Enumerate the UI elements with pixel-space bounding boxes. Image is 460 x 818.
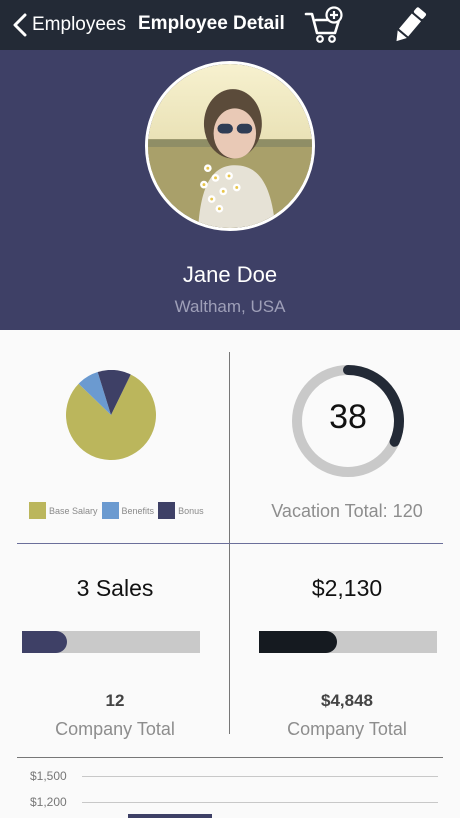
pencil-icon [396, 7, 426, 42]
cart-add-icon [304, 6, 343, 43]
sales-progress-track [22, 631, 200, 653]
legend-swatch-benefits [101, 502, 119, 519]
vacation-used-value: 38 [329, 398, 367, 436]
revenue-progress-fill [259, 631, 338, 653]
sales-count: 3 Sales [76, 575, 154, 601]
profile-header: Jane Doe Waltham, USA [0, 50, 460, 330]
pie-legend: Base Salary Benefits Bonus [29, 502, 208, 519]
back-button-label: Employees [32, 14, 126, 35]
legend-item-benefits: Benefits [101, 502, 155, 519]
y-tick-label: $1,200 [30, 795, 67, 809]
chart-bar [128, 814, 212, 818]
add-to-cart-button[interactable] [304, 6, 344, 44]
compensation-pie-chart [66, 370, 156, 460]
gridline [82, 776, 438, 777]
chevron-left-icon [13, 13, 27, 37]
y-tick-label: $1,500 [30, 769, 67, 783]
sales-progress-fill [22, 631, 67, 653]
revenue-progress-track [259, 631, 437, 653]
avatar-photo [148, 64, 312, 228]
page-title: Employee Detail [138, 13, 285, 34]
legend-item-base-salary: Base Salary [29, 502, 98, 519]
sales-company-total: 12 [105, 691, 125, 710]
legend-item-bonus: Bonus [158, 502, 204, 519]
gridline [82, 802, 438, 803]
sales-company-caption: Company Total [55, 719, 175, 739]
stats-dashboard: Base Salary Benefits Bonus 38 Vacation T… [0, 330, 460, 818]
legend-label: Bonus [178, 505, 204, 516]
employee-name: Jane Doe [182, 262, 278, 287]
legend-label: Benefits [121, 505, 155, 516]
revenue-company-caption: Company Total [287, 719, 407, 739]
vacation-total: Vacation Total: 120 [271, 501, 423, 521]
revenue-amount: $2,130 [311, 575, 383, 601]
revenue-company-total: $4,848 [321, 691, 373, 710]
grid-divider-horizontal [17, 543, 443, 544]
legend-label: Base Salary [49, 505, 98, 516]
grid-divider-bottom [17, 757, 443, 758]
edit-button[interactable] [392, 6, 428, 44]
avatar [145, 61, 315, 231]
back-button[interactable]: Employees [12, 10, 126, 40]
nav-bar: Employees Employee Detail [0, 0, 460, 50]
legend-swatch-base-salary [29, 502, 46, 519]
legend-swatch-bonus [158, 502, 176, 519]
employee-location: Waltham, USA [174, 297, 286, 316]
